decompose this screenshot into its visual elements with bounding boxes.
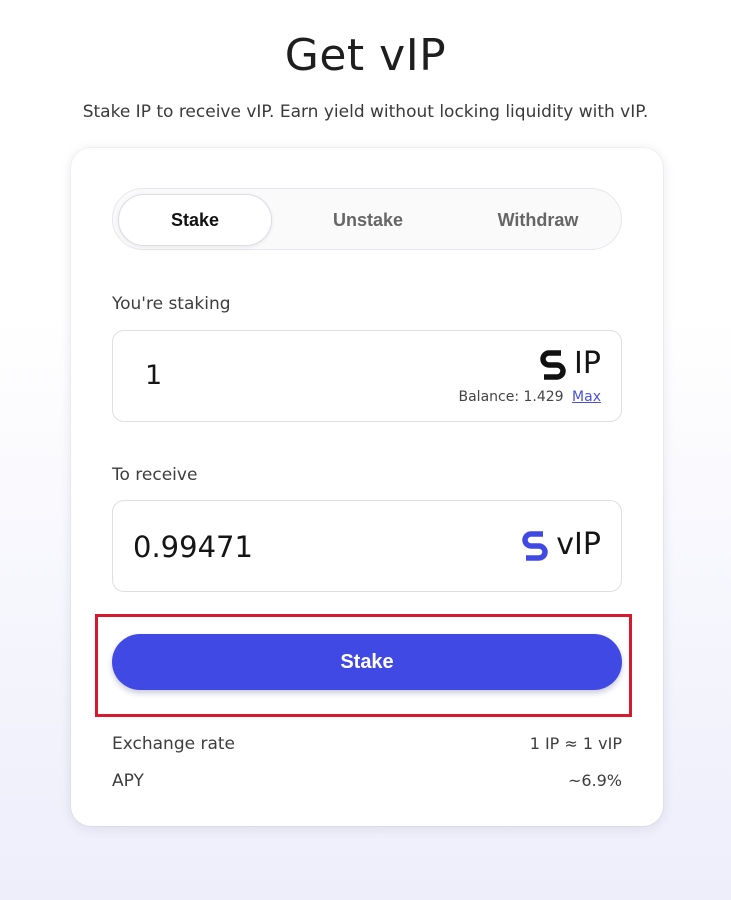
stake-button[interactable]: Stake	[112, 634, 622, 690]
page-title: Get vIP	[284, 30, 447, 81]
exchange-rate-label: Exchange rate	[112, 734, 236, 754]
ip-token-name: IP	[574, 346, 601, 381]
vip-logo-icon	[522, 531, 549, 561]
vip-token-name: vIP	[556, 527, 601, 562]
stake-amount-box: IP Balance: 1.429 Max	[112, 330, 622, 422]
tab-bar: Stake Unstake Withdraw	[112, 188, 622, 250]
balance-row: Balance: 1.429 Max	[459, 389, 602, 405]
stake-amount-input[interactable]	[145, 357, 445, 393]
staking-label: You're staking	[112, 294, 231, 314]
tab-withdraw[interactable]: Withdraw	[463, 195, 613, 245]
receive-amount-box: vIP	[112, 500, 622, 592]
vip-token: vIP	[522, 528, 601, 562]
tab-stake[interactable]: Stake	[118, 194, 272, 246]
exchange-rate-value: 1 IP ≈ 1 vIP	[529, 734, 622, 753]
balance-text: Balance: 1.429	[458, 389, 564, 405]
tab-unstake[interactable]: Unstake	[293, 195, 443, 245]
receive-label: To receive	[112, 465, 198, 485]
receive-amount-output	[133, 529, 433, 565]
apy-value: ~6.9%	[567, 771, 622, 790]
ip-token: IP	[540, 347, 601, 381]
stake-card: Stake Unstake Withdraw You're staking IP…	[71, 148, 663, 826]
story-ip-logo-icon	[540, 350, 566, 380]
max-button[interactable]: Max	[572, 389, 601, 405]
page-subtitle: Stake IP to receive vIP. Earn yield with…	[82, 102, 649, 122]
apy-label: APY	[112, 771, 144, 791]
